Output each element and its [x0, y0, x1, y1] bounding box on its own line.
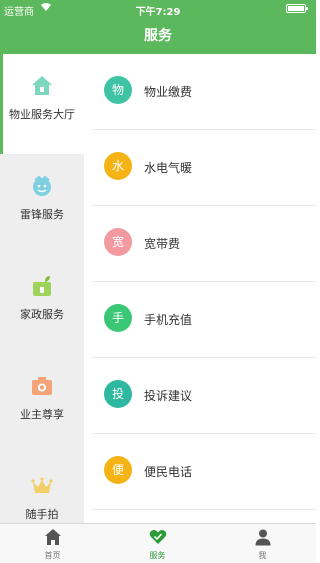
service-badge: 便: [104, 456, 132, 484]
tab-services[interactable]: 服务: [105, 524, 210, 563]
list-item[interactable]: 便 便民电话: [92, 434, 316, 510]
list-item[interactable]: 手 手机充值: [92, 282, 316, 358]
house-icon: [30, 74, 54, 98]
service-label: 投诉建议: [144, 389, 193, 403]
smiley-face-icon: [30, 174, 54, 198]
category-sidebar: 物业服务大厅 雷锋服务 家政服务 业主尊享 随手拍: [0, 54, 84, 523]
tab-bar: 首页 服务 我: [0, 523, 316, 562]
list-item[interactable]: 投 投诉建议: [92, 358, 316, 434]
service-label: 物业缴费: [144, 85, 193, 99]
service-badge: 水: [104, 152, 132, 180]
service-badge: 物: [104, 76, 132, 104]
tab-label: 首页: [44, 551, 61, 560]
nav-bar: 服务: [0, 18, 316, 54]
service-badge: 投: [104, 380, 132, 408]
sidebar-item-owner-vip[interactable]: 业主尊享: [0, 354, 84, 454]
service-badge: 宽: [104, 228, 132, 256]
home-icon: [44, 528, 62, 546]
page-title: 服务: [144, 28, 172, 44]
tab-home[interactable]: 首页: [0, 524, 105, 563]
sidebar-item-property-hall[interactable]: 物业服务大厅: [0, 54, 84, 154]
service-label: 宽带费: [144, 237, 181, 251]
sidebar-item-label: 随手拍: [25, 508, 59, 521]
house-plant-icon: [30, 274, 54, 298]
list-item[interactable]: 宽 宽带费: [92, 206, 316, 282]
service-label: 水电气暖: [144, 161, 193, 175]
sidebar-item-snapshot[interactable]: 随手拍: [0, 454, 84, 523]
sidebar-item-housekeeping[interactable]: 家政服务: [0, 254, 84, 354]
service-label: 手机充值: [144, 313, 193, 327]
status-bar: 运营商 下午7:29: [0, 0, 316, 18]
heart-icon: [149, 528, 167, 546]
tab-label: 服务: [149, 551, 166, 560]
service-label: 便民电话: [144, 465, 193, 479]
sidebar-item-label: 家政服务: [20, 308, 64, 321]
clock-time: 下午7:29: [135, 7, 181, 18]
battery-icon: [286, 4, 308, 13]
list-item[interactable]: 物 物业缴费: [92, 54, 316, 130]
service-badge: 手: [104, 304, 132, 332]
user-icon: [254, 528, 272, 546]
tab-label: 我: [258, 551, 267, 560]
sidebar-item-label: 雷锋服务: [20, 208, 64, 221]
tab-me[interactable]: 我: [210, 524, 315, 563]
list-item[interactable]: 水 水电气暖: [92, 130, 316, 206]
crown-icon: [30, 474, 54, 498]
camera-icon: [30, 374, 54, 398]
sidebar-item-label: 物业服务大厅: [9, 108, 75, 121]
sidebar-item-leifeng[interactable]: 雷锋服务: [0, 154, 84, 254]
sidebar-item-label: 业主尊享: [20, 408, 64, 421]
service-list: 物 物业缴费 水 水电气暖 宽 宽带费 手 手机充值 投 投诉建议 便 便民电话: [92, 54, 316, 523]
